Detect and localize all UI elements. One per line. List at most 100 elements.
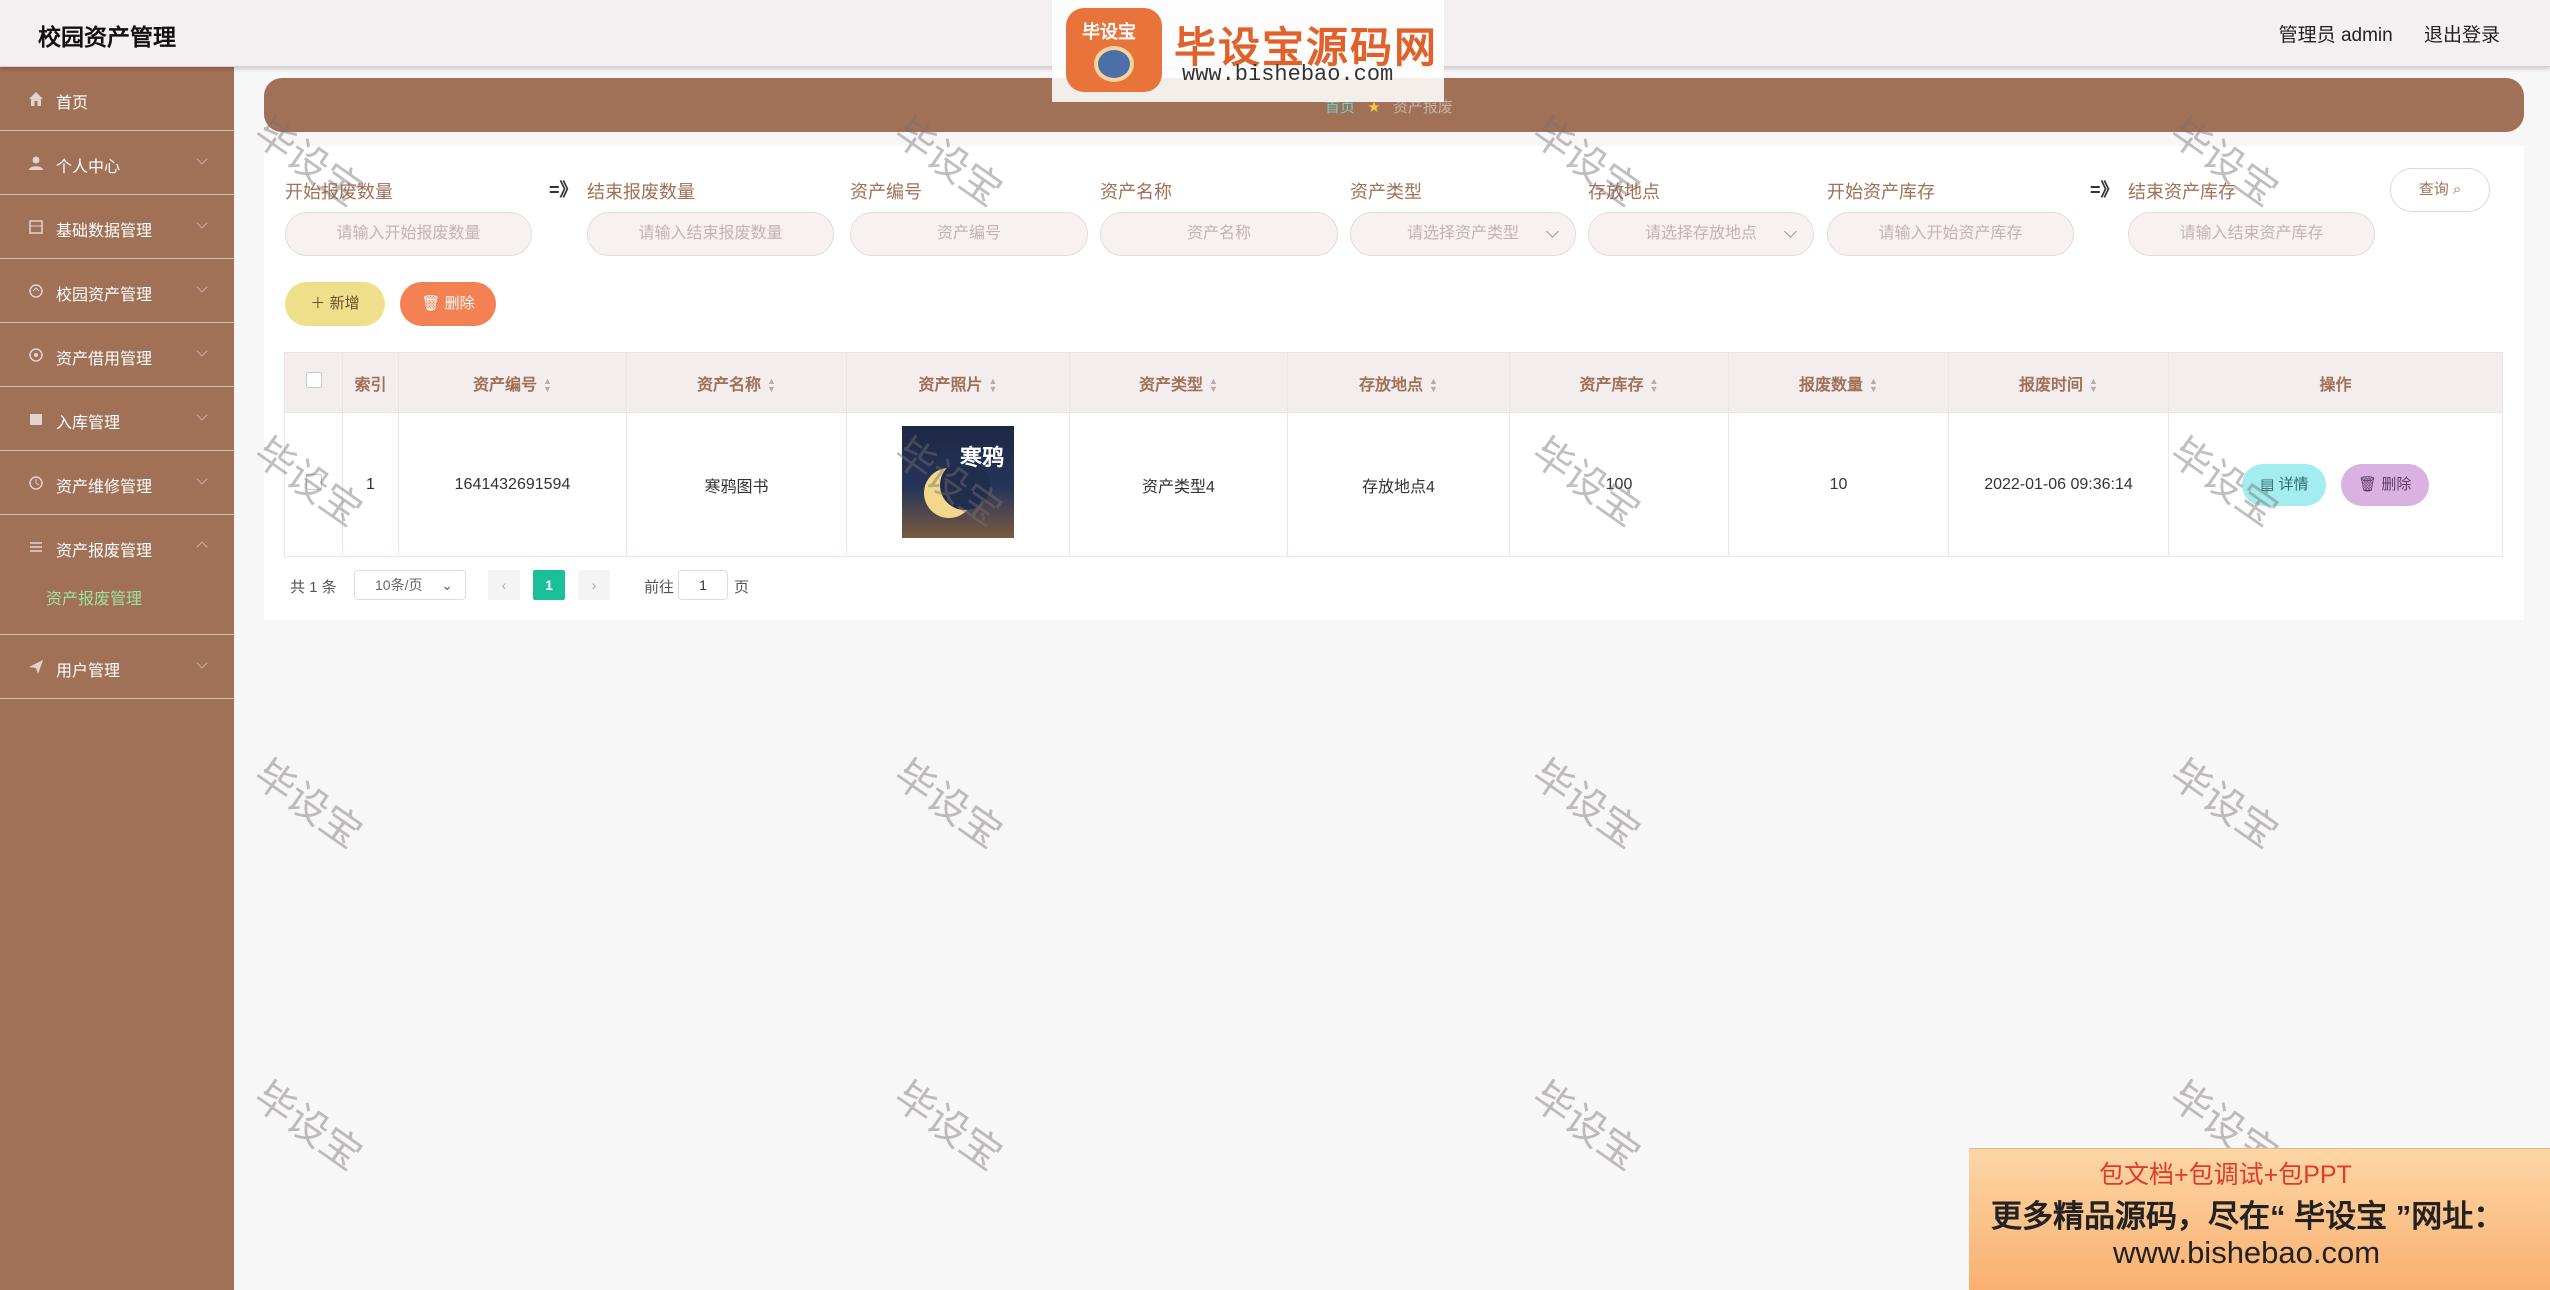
sidebar-item-label: 首页 (56, 95, 89, 112)
sidebar-item-label: 用户管理 (56, 663, 121, 680)
goto-page-input[interactable]: 1 (678, 570, 728, 600)
watermark-text: 毕设宝 (2161, 751, 2287, 858)
page-size-value: 10条/页 (375, 577, 423, 593)
asset-name-label: 资产名称 (1100, 182, 1172, 202)
sort-icon[interactable]: ▲ ▼ (2089, 377, 2098, 394)
column-header-asset-type[interactable]: 资产类型 ▲ ▼ (1069, 352, 1288, 413)
batch-delete-button[interactable]: 🗑 删除 (400, 282, 496, 326)
asset-photo[interactable]: 寒鸦 (902, 426, 1014, 538)
end-stock-input[interactable]: 请输入结束资产库存 (2128, 212, 2375, 256)
chevron-down-icon (196, 657, 208, 669)
column-header-label: 资产库存 (1579, 376, 1644, 394)
delete-button-label: 删除 (444, 295, 475, 312)
promo-banner[interactable]: 包文档+包调试+包PPT 更多精品源码，尽在“ 毕设宝 ”网址： www.bis… (1969, 1148, 2550, 1290)
chevron-down-icon (196, 345, 208, 357)
prev-page-button[interactable]: ‹ (488, 570, 520, 600)
goto-prefix: 前往 (644, 579, 675, 596)
sidebar-item-label: 个人中心 (56, 159, 121, 176)
location-select[interactable]: 请选择存放地点 (1588, 212, 1814, 256)
column-header-label: 资产名称 (697, 376, 762, 394)
column-header-label: 资产编号 (473, 376, 538, 394)
home-icon (29, 92, 43, 106)
asset-photo-title: 寒鸦 (959, 445, 1004, 471)
query-label: 查询 (2418, 181, 2449, 198)
logout-link[interactable]: 退出登录 (2424, 25, 2500, 46)
row-delete-button[interactable]: 🗑 删除 (2340, 463, 2429, 506)
row-checkbox[interactable] (305, 474, 322, 490)
detail-button[interactable]: ▤ 详情 (2242, 463, 2327, 506)
sidebar-item-campus-assets[interactable]: 校园资产管理 (0, 259, 234, 323)
column-header-asset-name[interactable]: 资产名称 ▲ ▼ (626, 352, 847, 413)
sidebar-item-base-data[interactable]: 基础数据管理 (0, 195, 234, 259)
select-all-checkbox[interactable] (305, 372, 322, 388)
sidebar-item-label: 资产报废管理 (56, 543, 153, 560)
detail-button-label: 详情 (2278, 475, 2309, 493)
column-header-location[interactable]: 存放地点 ▲ ▼ (1287, 352, 1510, 413)
watermark-text: 毕设宝 (245, 751, 371, 858)
row-select-cell (284, 412, 343, 557)
sidebar-item-label: 基础数据管理 (56, 223, 153, 240)
select-all-cell (284, 352, 343, 413)
column-header-index: 索引 (342, 352, 399, 413)
app-title: 校园资产管理 (38, 24, 176, 50)
sort-icon[interactable]: ▲ ▼ (1209, 377, 1218, 394)
end-scrap-input[interactable]: 请输入结束报废数量 (587, 212, 834, 256)
user-icon (29, 156, 43, 170)
column-header-label: 资产类型 (1139, 376, 1204, 394)
sidebar-item-scrap[interactable]: 资产报废管理 (0, 515, 234, 579)
query-button[interactable]: 查询 ⌕ (2390, 168, 2490, 212)
sidebar-item-repair[interactable]: 资产维修管理 (0, 451, 234, 515)
row-operation-cell: ▤ 详情 🗑 删除 (2168, 412, 2503, 557)
row-asset-photo-cell: 寒鸦 (846, 412, 1070, 557)
search-icon: ⌕ (2452, 181, 2462, 198)
column-header-asset-photo[interactable]: 资产照片 ▲ ▼ (846, 352, 1070, 413)
sort-icon[interactable]: ▲ ▼ (767, 377, 776, 394)
sidebar-item-label: 校园资产管理 (56, 287, 153, 304)
end-scrap-label: 结束报废数量 (587, 182, 695, 202)
watermark-text: 毕设宝 (245, 1073, 371, 1180)
promo-line-1: 包文档+包调试+包PPT (2099, 1161, 2352, 1189)
add-button[interactable]: ＋ 新增 (285, 282, 385, 326)
asset-type-select[interactable]: 请选择资产类型 (1350, 212, 1576, 256)
scrap-table: 索引 资产编号 ▲ ▼ 资产名称 ▲ ▼ 资产照片 ▲ ▼ 资产类型 ▲ ▼ 存放地点 ▲ ▼ 资产… (284, 352, 2503, 557)
column-header-scrap-time[interactable]: 报废时间 ▲ ▼ (1948, 352, 2169, 413)
column-header-scrap-qty[interactable]: 报废数量 ▲ ▼ (1728, 352, 1949, 413)
watermark-text: 毕设宝 (885, 1073, 1011, 1180)
sidebar-item-warehouse[interactable]: 入库管理 (0, 387, 234, 451)
logo-mascot-icon (1094, 46, 1134, 82)
sidebar-item-home[interactable]: 首页 (0, 67, 234, 131)
page-size-select[interactable]: 10条/页 ⌄ (354, 570, 466, 600)
sidebar-subitem-label: 资产报废管理 (46, 591, 143, 608)
logo-badge-text: 毕设宝 (1082, 22, 1136, 42)
table-row: 1 1641432691594 寒鸦图书 寒鸦 资产类型4 存放地点4 100 … (284, 412, 2503, 557)
row-stock: 100 (1509, 412, 1729, 557)
start-stock-input[interactable]: 请输入开始资产库存 (1827, 212, 2074, 256)
asset-name-input[interactable]: 资产名称 (1100, 212, 1338, 256)
sort-icon[interactable]: ▲ ▼ (1429, 377, 1438, 394)
sort-icon[interactable]: ▲ ▼ (1650, 377, 1659, 394)
sort-icon[interactable]: ▲ ▼ (543, 377, 552, 394)
sidebar-item-users[interactable]: 用户管理 (0, 635, 234, 699)
sidebar-item-borrow[interactable]: 资产借用管理 (0, 323, 234, 387)
page-number-button[interactable]: 1 (533, 570, 565, 600)
asset-code-input[interactable]: 资产编号 (850, 212, 1088, 256)
sidebar-subitem-scrap-management[interactable]: 资产报废管理 (0, 579, 234, 635)
column-header-stock[interactable]: 资产库存 ▲ ▼ (1509, 352, 1729, 413)
start-scrap-input[interactable]: 请输入开始报废数量 (285, 212, 532, 256)
sort-icon[interactable]: ▲ ▼ (989, 377, 998, 394)
sidebar-item-profile[interactable]: 个人中心 (0, 131, 234, 195)
next-page-button[interactable]: › (578, 570, 610, 600)
sort-icon[interactable]: ▲ ▼ (1869, 377, 1878, 394)
column-header-asset-code[interactable]: 资产编号 ▲ ▼ (398, 352, 627, 413)
chevron-down-icon (196, 473, 208, 485)
promo-url: www.bishebao.com (2113, 1235, 2381, 1270)
chevron-down-icon (196, 409, 208, 421)
borrow-icon (29, 348, 43, 362)
start-stock-label: 开始资产库存 (1827, 182, 1935, 202)
database-icon (29, 220, 43, 234)
watermark-text: 毕设宝 (885, 751, 1011, 858)
list-icon (30, 542, 42, 552)
site-logo: 毕设宝 毕设宝源码网 www.bishebao.com (1052, 0, 1444, 102)
promo-line-2: 更多精品源码，尽在“ 毕设宝 ”网址： (1991, 1199, 2505, 1234)
range-arrow-icon: =》 (549, 180, 578, 200)
